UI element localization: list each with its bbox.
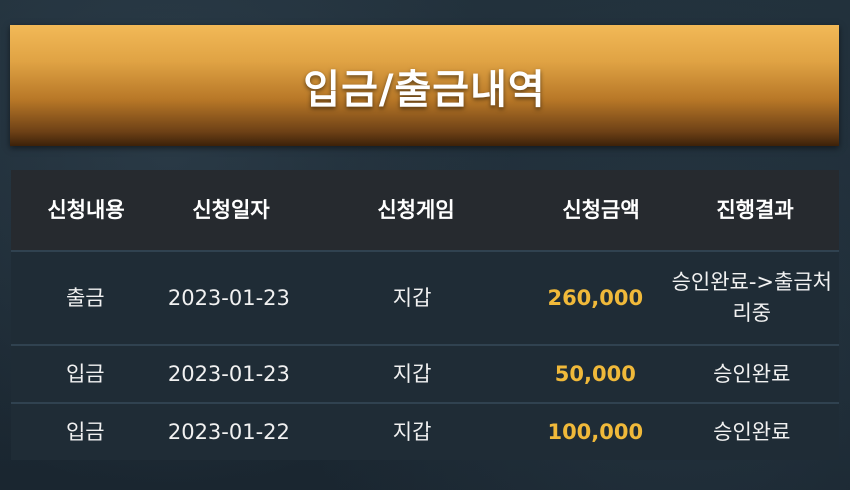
request-type-cell: 입금 <box>65 419 105 444</box>
column-header-status: 진행결과 <box>716 197 794 222</box>
transaction-history-table: 신청내용 신청일자 신청게임 신청금액 진행결과 출금 2023-01-23 지… <box>11 170 839 460</box>
request-amount-cell: 260,000 <box>547 285 644 310</box>
table-row: 입금 2023-01-23 지갑 50,000 승인완료 <box>11 344 839 402</box>
request-game-cell: 지갑 <box>392 285 432 310</box>
request-amount-cell: 50,000 <box>554 361 636 386</box>
request-type-cell: 출금 <box>65 285 105 310</box>
request-type-cell: 입금 <box>65 361 105 386</box>
column-header-request-type: 신청내용 <box>47 197 125 222</box>
table-row: 입금 2023-01-22 지갑 100,000 승인완료 <box>11 402 839 460</box>
request-date-cell: 2023-01-23 <box>167 285 290 310</box>
column-header-request-date: 신청일자 <box>192 197 270 222</box>
status-cell: 승인완료 <box>713 361 791 386</box>
request-date-cell: 2023-01-22 <box>167 419 290 444</box>
status-cell: 승인완료->출금처리중 <box>671 270 832 325</box>
request-game-cell: 지갑 <box>392 419 432 444</box>
table-row: 출금 2023-01-23 지갑 260,000 승인완료->출금처리중 <box>11 250 839 344</box>
request-amount-cell: 100,000 <box>547 419 644 444</box>
page-header-banner: 입금/출금내역 <box>10 25 839 146</box>
request-game-cell: 지갑 <box>392 361 432 386</box>
column-header-request-amount: 신청금액 <box>562 197 640 222</box>
request-date-cell: 2023-01-23 <box>167 361 290 386</box>
status-cell: 승인완료 <box>713 419 791 444</box>
table-header-row: 신청내용 신청일자 신청게임 신청금액 진행결과 <box>11 170 839 250</box>
page-title: 입금/출금내역 <box>303 66 546 113</box>
column-header-request-game: 신청게임 <box>377 197 455 222</box>
